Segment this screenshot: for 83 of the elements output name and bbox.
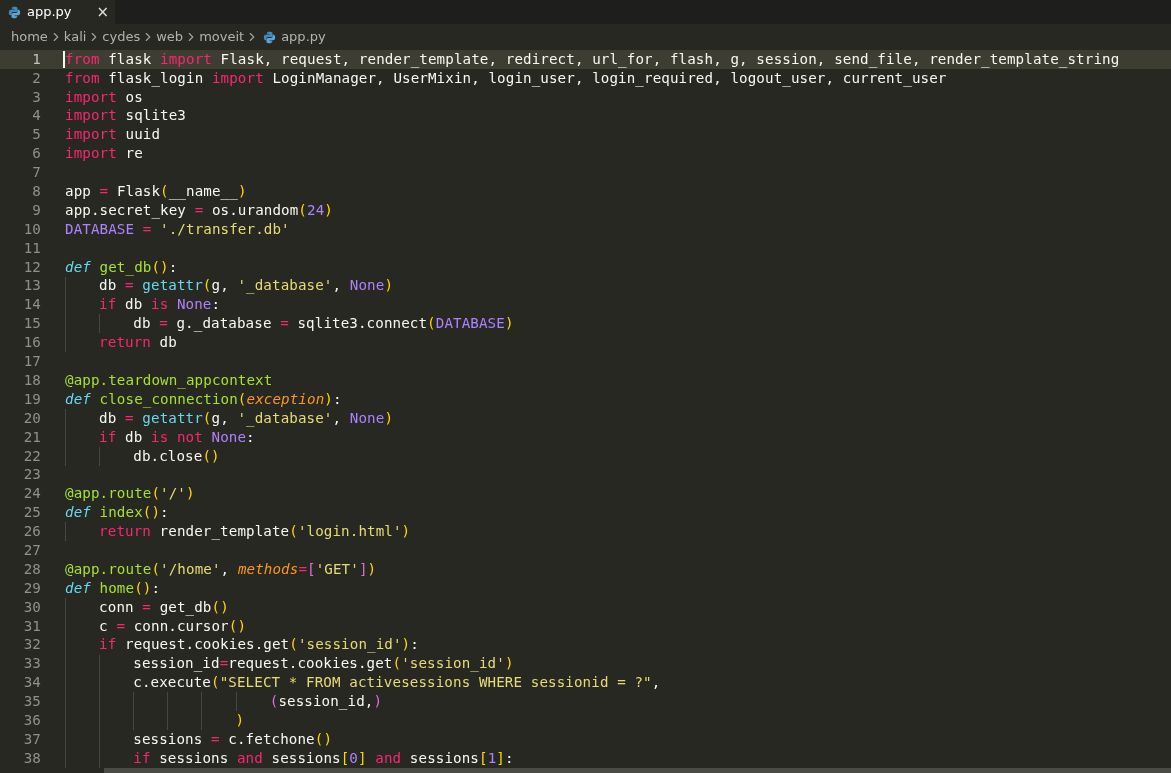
- line-number: 23: [22, 465, 41, 485]
- close-button[interactable]: ×: [96, 4, 109, 20]
- line-number: 2: [31, 68, 41, 88]
- line-number: 6: [31, 144, 41, 164]
- code-line: ): [235, 710, 245, 730]
- code-line: if db is not None:: [99, 427, 255, 447]
- line-number: 7: [31, 163, 41, 183]
- code-line: db = getattr(g, '_database', None): [99, 408, 394, 429]
- line-number: 36: [22, 710, 41, 730]
- line-number: 14: [22, 295, 41, 315]
- code-line: app = Flask(__name__): [65, 182, 247, 202]
- line-number: 4: [31, 106, 41, 126]
- line-number: 24: [22, 484, 41, 504]
- line-number: 33: [22, 654, 41, 674]
- line-number: 8: [31, 182, 41, 202]
- line-number: 10: [22, 219, 41, 239]
- line-number: 27: [22, 540, 41, 560]
- code-line: @app.teardown_appcontext: [65, 370, 273, 391]
- line-number: 5: [31, 125, 41, 145]
- code-line: (session_id,): [269, 692, 383, 712]
- line-number: 11: [22, 238, 41, 258]
- line-number: 9: [31, 200, 41, 220]
- code-line: import os: [65, 87, 143, 107]
- tab-label: app.py: [27, 3, 73, 22]
- code-line: app.secret_key = os.urandom(24): [65, 200, 333, 221]
- code-line: def get_db():: [65, 257, 178, 278]
- line-number: 29: [22, 578, 41, 598]
- code-line: from flask_login import LoginManager, UserMixin, login_user, login_required, logout_user, current_user: [65, 68, 947, 89]
- code-line: sessions = c.fetchone(): [133, 729, 333, 749]
- line-number: 28: [22, 559, 41, 579]
- code-line: import re: [65, 144, 143, 164]
- breadcrumb-item[interactable]: web: [156, 27, 184, 47]
- line-number: 16: [22, 333, 41, 353]
- breadcrumb-item[interactable]: kali: [63, 27, 87, 47]
- line-number: 13: [22, 276, 41, 296]
- code-line: conn = get_db(): [99, 597, 229, 618]
- code-line: DATABASE = './transfer.db': [65, 219, 290, 239]
- line-number: 3: [31, 87, 41, 107]
- line-number: 31: [22, 616, 41, 636]
- code-line: def home():: [65, 578, 161, 598]
- line-number: 20: [22, 408, 41, 428]
- line-number: 37: [22, 729, 41, 749]
- breadcrumb-item[interactable]: cydes: [102, 27, 141, 47]
- code-line: db = g._database = sqlite3.connect(DATABASE): [133, 314, 514, 334]
- editor-tab[interactable]: app.py ×: [0, 0, 115, 24]
- line-number: 21: [22, 427, 41, 447]
- code-line: return render_template('login.html'): [99, 522, 411, 542]
- code-line: c.execute("SELECT * FROM activesessions WHERE sessionid = ?",: [133, 673, 661, 693]
- line-number: 38: [22, 748, 41, 768]
- code-line: if sessions and sessions[0] and sessions[1]:: [133, 748, 514, 768]
- code-line: import sqlite3: [65, 106, 186, 126]
- code-line: session_id=request.cookies.get('session_id'): [133, 654, 514, 674]
- code-line: @app.route('/'): [65, 484, 195, 504]
- breadcrumb-item[interactable]: moveit: [199, 27, 245, 47]
- line-number: 17: [22, 352, 41, 372]
- line-number: 18: [22, 370, 41, 390]
- line-number: 25: [22, 503, 41, 523]
- line-number: 12: [22, 257, 41, 277]
- code-line: if db is None:: [99, 295, 221, 315]
- breadcrumb-item[interactable]: app.py: [281, 27, 326, 47]
- python-file-icon: [8, 5, 21, 19]
- code-line: from flask import Flask, request, render_template, redirect, url_for, flash, g, session, send_file, render_template_string: [65, 49, 1120, 70]
- code-line: import uuid: [65, 125, 161, 145]
- python-file-icon: [263, 30, 277, 44]
- line-number: 32: [22, 635, 41, 655]
- line-number: 30: [22, 597, 41, 617]
- line-number: 22: [22, 446, 41, 466]
- code-line: def index():: [65, 503, 169, 523]
- code-line: if request.cookies.get('session_id'):: [99, 635, 419, 655]
- code-line: c = conn.cursor(): [99, 616, 247, 636]
- text-cursor: [63, 51, 65, 68]
- line-number: 26: [22, 522, 41, 542]
- code-line: def close_connection(exception):: [65, 389, 342, 410]
- code-line: db.close(): [133, 446, 220, 466]
- line-number: 35: [22, 692, 41, 712]
- code-line: return db: [99, 333, 177, 353]
- line-number: 19: [22, 389, 41, 409]
- code-line: db = getattr(g, '_database', None): [99, 276, 394, 296]
- line-number: 34: [22, 673, 41, 693]
- code-line: @app.route('/home', methods=['GET']): [65, 559, 377, 579]
- breadcrumb-item[interactable]: home: [11, 27, 48, 47]
- line-number: 1: [31, 49, 41, 69]
- line-number: 15: [22, 314, 41, 334]
